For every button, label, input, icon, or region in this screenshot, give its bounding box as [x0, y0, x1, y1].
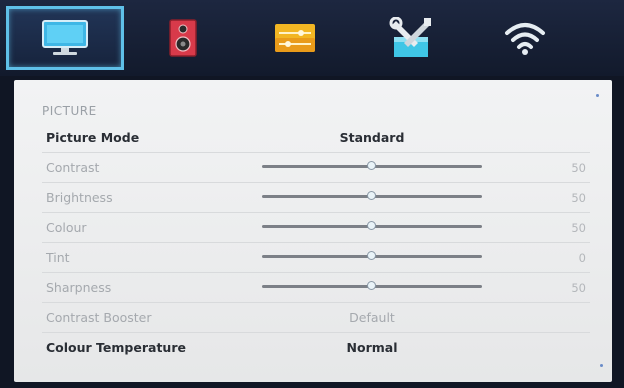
tools-icon	[389, 17, 431, 57]
section-title: PICTURE	[42, 104, 97, 118]
monitor-icon	[42, 20, 88, 55]
tab-network[interactable]	[466, 6, 584, 70]
tint-slider-knob[interactable]	[367, 251, 376, 260]
picture-settings-panel: PICTURE Picture Mode Standard Contrast 5…	[14, 80, 612, 382]
scroll-indicator-bottom	[600, 364, 603, 367]
sharpness-slider[interactable]	[262, 281, 482, 290]
tint-label: Tint	[46, 250, 70, 265]
picture-mode-value: Standard	[339, 130, 405, 145]
picture-mode-row[interactable]: Picture Mode Standard	[42, 122, 590, 153]
contrast-booster-row[interactable]: Contrast Booster Default	[42, 302, 590, 333]
sharpness-value: 50	[571, 281, 586, 295]
tv-menu-screen: PICTURE Picture Mode Standard Contrast 5…	[0, 0, 624, 388]
sharpness-slider-knob[interactable]	[367, 281, 376, 290]
brightness-slider[interactable]	[262, 191, 482, 200]
tab-channel[interactable]	[236, 6, 354, 70]
colour-value: 50	[571, 221, 586, 235]
sharpness-label: Sharpness	[46, 280, 112, 295]
speaker-icon	[169, 19, 197, 57]
contrast-slider-knob[interactable]	[367, 161, 376, 170]
tint-value: 0	[578, 251, 586, 265]
colour-slider[interactable]	[262, 221, 482, 230]
tint-row[interactable]: Tint 0	[42, 242, 590, 273]
brightness-slider-knob[interactable]	[367, 191, 376, 200]
colour-temperature-label: Colour Temperature	[46, 340, 186, 355]
brightness-row[interactable]: Brightness 50	[42, 182, 590, 213]
contrast-row[interactable]: Contrast 50	[42, 152, 590, 183]
contrast-booster-value: Default	[349, 310, 395, 325]
colour-temperature-value: Normal	[346, 340, 398, 355]
colour-temperature-row[interactable]: Colour Temperature Normal	[42, 332, 590, 362]
contrast-label: Contrast	[46, 160, 100, 175]
colour-slider-knob[interactable]	[367, 221, 376, 230]
tab-sound[interactable]	[124, 6, 242, 70]
wifi-icon	[505, 23, 545, 55]
tab-setup[interactable]	[352, 6, 470, 70]
menu-tab-bar	[0, 0, 624, 76]
tint-slider[interactable]	[262, 251, 482, 260]
tab-picture[interactable]	[6, 6, 124, 70]
picture-mode-label: Picture Mode	[46, 130, 140, 145]
colour-row[interactable]: Colour 50	[42, 212, 590, 243]
sharpness-row[interactable]: Sharpness 50	[42, 272, 590, 303]
brightness-label: Brightness	[46, 190, 113, 205]
equalizer-icon	[275, 24, 315, 52]
colour-label: Colour	[46, 220, 87, 235]
scroll-indicator-top	[596, 94, 599, 97]
brightness-value: 50	[571, 191, 586, 205]
contrast-booster-label: Contrast Booster	[46, 310, 152, 325]
contrast-value: 50	[571, 161, 586, 175]
contrast-slider[interactable]	[262, 161, 482, 170]
